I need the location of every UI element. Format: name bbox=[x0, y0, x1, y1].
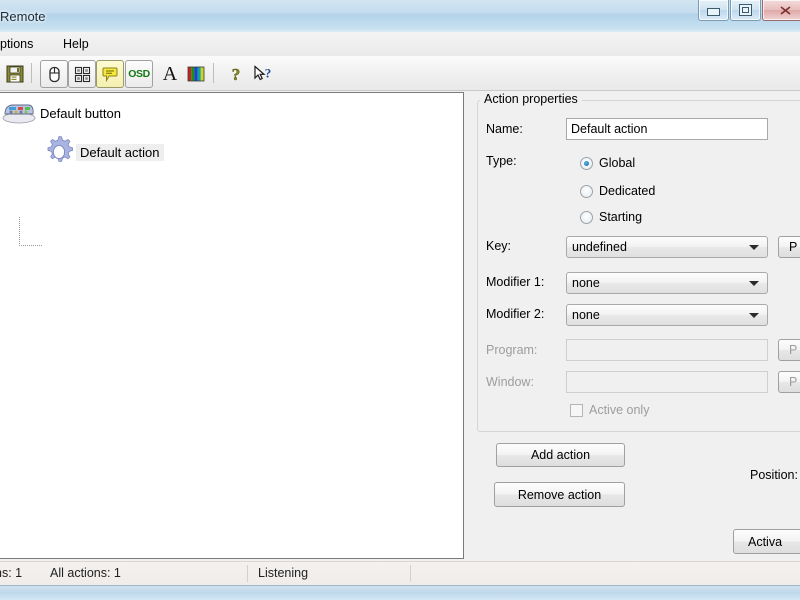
key-combo[interactable]: undefined bbox=[566, 236, 768, 258]
menu-bar: ptions Help bbox=[0, 32, 800, 57]
minimize-icon bbox=[707, 7, 720, 16]
menu-item-options[interactable]: ptions bbox=[0, 36, 38, 52]
toolbar-separator-1 bbox=[31, 63, 32, 83]
radio-dedicated-mark bbox=[580, 184, 593, 198]
chevron-down-icon bbox=[749, 313, 759, 318]
remote-control-icon bbox=[2, 104, 36, 124]
radio-global[interactable]: Global bbox=[580, 156, 635, 170]
active-only-label: Active only bbox=[589, 403, 650, 417]
radio-dedicated-label: Dedicated bbox=[599, 184, 656, 198]
save-icon bbox=[6, 65, 24, 83]
radio-starting-label: Starting bbox=[599, 210, 643, 224]
minimize-button[interactable] bbox=[698, 0, 729, 21]
status-bar: ns: 1 All actions: 1 Listening bbox=[0, 561, 800, 586]
title-bar: Remote bbox=[0, 0, 800, 33]
modifier2-combo[interactable]: none bbox=[566, 304, 768, 326]
tree-node-default-action[interactable]: Default action bbox=[42, 135, 164, 169]
help-icon: ? bbox=[232, 65, 241, 83]
active-only-mark bbox=[570, 403, 583, 417]
program-label: Program: bbox=[486, 343, 538, 357]
key-pick-button[interactable]: P bbox=[778, 236, 800, 258]
close-icon bbox=[780, 5, 790, 15]
modifier1-label: Modifier 1: bbox=[486, 275, 545, 289]
radio-starting-mark bbox=[580, 210, 593, 224]
help-button[interactable]: ? bbox=[222, 60, 250, 88]
menu-item-help[interactable]: Help bbox=[58, 36, 94, 52]
toolbar: OSD A ? ? bbox=[0, 56, 800, 91]
modifier2-combo-value: none bbox=[572, 308, 600, 322]
status-all-actions: All actions: 1 bbox=[50, 566, 121, 580]
maximize-icon bbox=[739, 4, 752, 16]
font-icon: A bbox=[162, 63, 178, 85]
add-action-button[interactable]: Add action bbox=[496, 443, 625, 467]
context-help-button[interactable]: ? bbox=[249, 60, 277, 88]
chevron-down-icon bbox=[749, 281, 759, 286]
key-combo-value: undefined bbox=[572, 240, 627, 254]
remove-action-button[interactable]: Remove action bbox=[494, 482, 625, 507]
remote-device-icon bbox=[48, 66, 60, 82]
status-buttons-count: ns: 1 bbox=[0, 566, 23, 580]
svg-text:?: ? bbox=[265, 66, 272, 81]
maximize-button[interactable] bbox=[730, 0, 761, 21]
keypad-grid-icon bbox=[74, 66, 90, 82]
osd-button[interactable]: OSD bbox=[125, 60, 153, 88]
window-bottom-frame bbox=[0, 585, 800, 600]
status-divider-1 bbox=[247, 565, 248, 582]
status-divider-2 bbox=[410, 565, 411, 582]
font-button[interactable]: A bbox=[156, 60, 184, 88]
radio-global-mark bbox=[580, 156, 593, 170]
name-label: Name: bbox=[486, 122, 523, 136]
balloon-tip-button[interactable] bbox=[96, 60, 124, 88]
balloon-tip-icon bbox=[102, 67, 118, 82]
tree-node-label: Default action bbox=[76, 143, 164, 161]
colors-button[interactable] bbox=[182, 60, 210, 88]
remote-device-button[interactable] bbox=[40, 60, 68, 88]
window-title: Remote bbox=[0, 9, 46, 24]
program-browse-button: P bbox=[778, 339, 800, 361]
position-label: Position: bbox=[750, 468, 798, 482]
application-window: Remote ptions Help OSD A ? ? Default but… bbox=[0, 0, 800, 600]
chevron-down-icon bbox=[749, 245, 759, 250]
toolbar-separator-2 bbox=[213, 63, 214, 83]
keypad-grid-button[interactable] bbox=[68, 60, 96, 88]
modifier1-combo-value: none bbox=[572, 276, 600, 290]
colors-icon bbox=[187, 66, 204, 82]
osd-icon: OSD bbox=[128, 68, 150, 80]
type-label: Type: bbox=[486, 154, 517, 168]
radio-global-label: Global bbox=[599, 156, 636, 170]
name-input[interactable]: Default action bbox=[566, 118, 768, 140]
window-browse-button: P bbox=[778, 371, 800, 393]
context-help-icon: ? bbox=[254, 65, 272, 81]
radio-starting[interactable]: Starting bbox=[580, 210, 642, 224]
modifier2-label: Modifier 2: bbox=[486, 307, 545, 321]
activate-button[interactable]: Activa bbox=[733, 529, 800, 554]
action-properties-title: Action properties bbox=[480, 92, 582, 106]
active-only-checkbox: Active only bbox=[570, 403, 649, 417]
window-controls bbox=[697, 0, 800, 21]
gear-icon bbox=[47, 136, 73, 162]
window-label: Window: bbox=[486, 375, 534, 389]
tree-node-label: Default button bbox=[40, 105, 121, 121]
window-input bbox=[566, 371, 768, 393]
close-button[interactable] bbox=[762, 0, 800, 21]
button-tree-panel[interactable]: Default button Default action bbox=[0, 92, 464, 559]
program-input bbox=[566, 339, 768, 361]
modifier1-combo[interactable]: none bbox=[566, 272, 768, 294]
status-listening: Listening bbox=[258, 566, 309, 580]
key-label: Key: bbox=[486, 239, 512, 253]
save-button[interactable] bbox=[1, 60, 29, 88]
tree-connector-line bbox=[19, 217, 42, 246]
svg-text:?: ? bbox=[232, 65, 241, 83]
radio-dedicated[interactable]: Dedicated bbox=[580, 184, 655, 198]
tree-node-default-button[interactable]: Default button bbox=[2, 101, 125, 125]
